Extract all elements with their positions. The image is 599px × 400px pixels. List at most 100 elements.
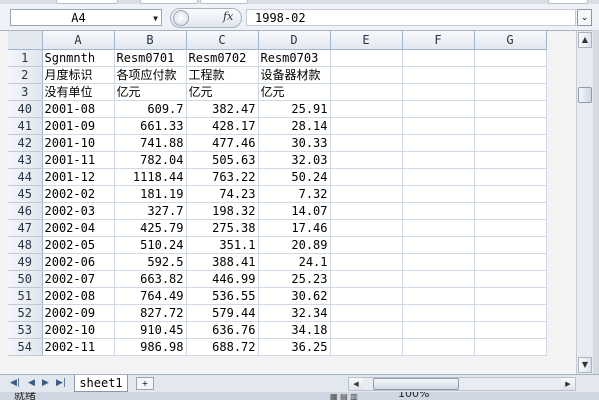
row-header[interactable]: 46 (8, 202, 43, 220)
cell-f48[interactable] (402, 236, 475, 254)
cell-e49[interactable] (330, 253, 403, 271)
column-header-b[interactable]: B (114, 31, 187, 50)
cell-g45[interactable] (474, 185, 547, 203)
vertical-scrollbar[interactable]: ▲ ▼ (576, 31, 593, 374)
cell-a51[interactable]: 2002-08 (42, 287, 115, 305)
row-header[interactable]: 44 (8, 168, 43, 186)
previous-sheet-icon[interactable]: ◀ (28, 378, 35, 388)
cell-a54[interactable]: 2002-11 (42, 338, 115, 356)
cell-e41[interactable] (330, 117, 403, 135)
cell-b46[interactable]: 327.7 (114, 202, 187, 220)
column-header-e[interactable]: E (330, 31, 403, 50)
cell-g42[interactable] (474, 134, 547, 152)
cell-d45[interactable]: 7.32 (258, 185, 331, 203)
cell-b49[interactable]: 592.5 (114, 253, 187, 271)
cancel-circle-icon[interactable] (173, 10, 189, 26)
select-all-corner[interactable] (8, 31, 43, 50)
cell-a46[interactable]: 2002-03 (42, 202, 115, 220)
row-header[interactable]: 47 (8, 219, 43, 237)
scroll-left-icon[interactable]: ◀ (349, 378, 363, 390)
cell-c3[interactable]: 亿元 (186, 83, 259, 101)
cell-g44[interactable] (474, 168, 547, 186)
scroll-up-icon[interactable]: ▲ (578, 32, 592, 48)
cell-d51[interactable]: 30.62 (258, 287, 331, 305)
cell-f3[interactable] (402, 83, 475, 101)
cell-b3[interactable]: 亿元 (114, 83, 187, 101)
row-header[interactable]: 48 (8, 236, 43, 254)
cell-c47[interactable]: 275.38 (186, 219, 259, 237)
cell-d54[interactable]: 36.25 (258, 338, 331, 356)
cell-b43[interactable]: 782.04 (114, 151, 187, 169)
cell-b47[interactable]: 425.79 (114, 219, 187, 237)
last-sheet-icon[interactable]: ▶| (56, 378, 66, 388)
cell-d42[interactable]: 30.33 (258, 134, 331, 152)
cell-c43[interactable]: 505.63 (186, 151, 259, 169)
cell-c53[interactable]: 636.76 (186, 321, 259, 339)
cell-c45[interactable]: 74.23 (186, 185, 259, 203)
tab-sheet1[interactable]: sheet1 (74, 375, 128, 392)
cell-a44[interactable]: 2001-12 (42, 168, 115, 186)
cell-b48[interactable]: 510.24 (114, 236, 187, 254)
cell-g50[interactable] (474, 270, 547, 288)
cell-d47[interactable]: 17.46 (258, 219, 331, 237)
horizontal-scrollbar[interactable]: ◀ ▶ (348, 377, 576, 391)
cell-c50[interactable]: 446.99 (186, 270, 259, 288)
cell-e46[interactable] (330, 202, 403, 220)
cell-a45[interactable]: 2002-02 (42, 185, 115, 203)
cell-f50[interactable] (402, 270, 475, 288)
cell-f40[interactable] (402, 100, 475, 118)
cell-c52[interactable]: 579.44 (186, 304, 259, 322)
cell-c42[interactable]: 477.46 (186, 134, 259, 152)
cell-a49[interactable]: 2002-06 (42, 253, 115, 271)
cell-e42[interactable] (330, 134, 403, 152)
cell-a41[interactable]: 2001-09 (42, 117, 115, 135)
row-header[interactable]: 2 (8, 66, 43, 84)
cell-f42[interactable] (402, 134, 475, 152)
cell-c44[interactable]: 763.22 (186, 168, 259, 186)
cell-f51[interactable] (402, 287, 475, 305)
cell-b1[interactable]: Resm0701 (114, 49, 187, 67)
cell-e50[interactable] (330, 270, 403, 288)
cell-e45[interactable] (330, 185, 403, 203)
cell-d1[interactable]: Resm0703 (258, 49, 331, 67)
name-box[interactable]: A4 ▼ (10, 9, 162, 26)
cell-d52[interactable]: 32.34 (258, 304, 331, 322)
cell-f41[interactable] (402, 117, 475, 135)
cell-a52[interactable]: 2002-09 (42, 304, 115, 322)
row-header[interactable]: 43 (8, 151, 43, 169)
cell-g48[interactable] (474, 236, 547, 254)
cell-b2[interactable]: 各项应付款 (114, 66, 187, 84)
row-header[interactable]: 50 (8, 270, 43, 288)
cell-b51[interactable]: 764.49 (114, 287, 187, 305)
cell-a43[interactable]: 2001-11 (42, 151, 115, 169)
cell-g52[interactable] (474, 304, 547, 322)
row-header[interactable]: 41 (8, 117, 43, 135)
cell-e1[interactable] (330, 49, 403, 67)
cell-c40[interactable]: 382.47 (186, 100, 259, 118)
cell-a53[interactable]: 2002-10 (42, 321, 115, 339)
cell-b50[interactable]: 663.82 (114, 270, 187, 288)
row-header[interactable]: 45 (8, 185, 43, 203)
cell-e53[interactable] (330, 321, 403, 339)
cell-c51[interactable]: 536.55 (186, 287, 259, 305)
chevron-down-icon[interactable]: ▼ (153, 10, 158, 27)
scroll-right-icon[interactable]: ▶ (561, 378, 575, 390)
horizontal-scroll-thumb[interactable] (373, 378, 459, 390)
cell-e54[interactable] (330, 338, 403, 356)
cell-e48[interactable] (330, 236, 403, 254)
cell-b45[interactable]: 181.19 (114, 185, 187, 203)
cell-g53[interactable] (474, 321, 547, 339)
next-sheet-icon[interactable]: ▶ (42, 378, 49, 388)
cell-f2[interactable] (402, 66, 475, 84)
row-header[interactable]: 1 (8, 49, 43, 67)
cell-f49[interactable] (402, 253, 475, 271)
cell-d3[interactable]: 亿元 (258, 83, 331, 101)
cell-b41[interactable]: 661.33 (114, 117, 187, 135)
row-header[interactable]: 49 (8, 253, 43, 271)
row-header[interactable]: 51 (8, 287, 43, 305)
row-header[interactable]: 53 (8, 321, 43, 339)
cell-d48[interactable]: 20.89 (258, 236, 331, 254)
zoom-level[interactable]: 100% (398, 392, 429, 400)
cell-g2[interactable] (474, 66, 547, 84)
double-chevron-down-icon[interactable]: ⌄ (577, 9, 592, 26)
